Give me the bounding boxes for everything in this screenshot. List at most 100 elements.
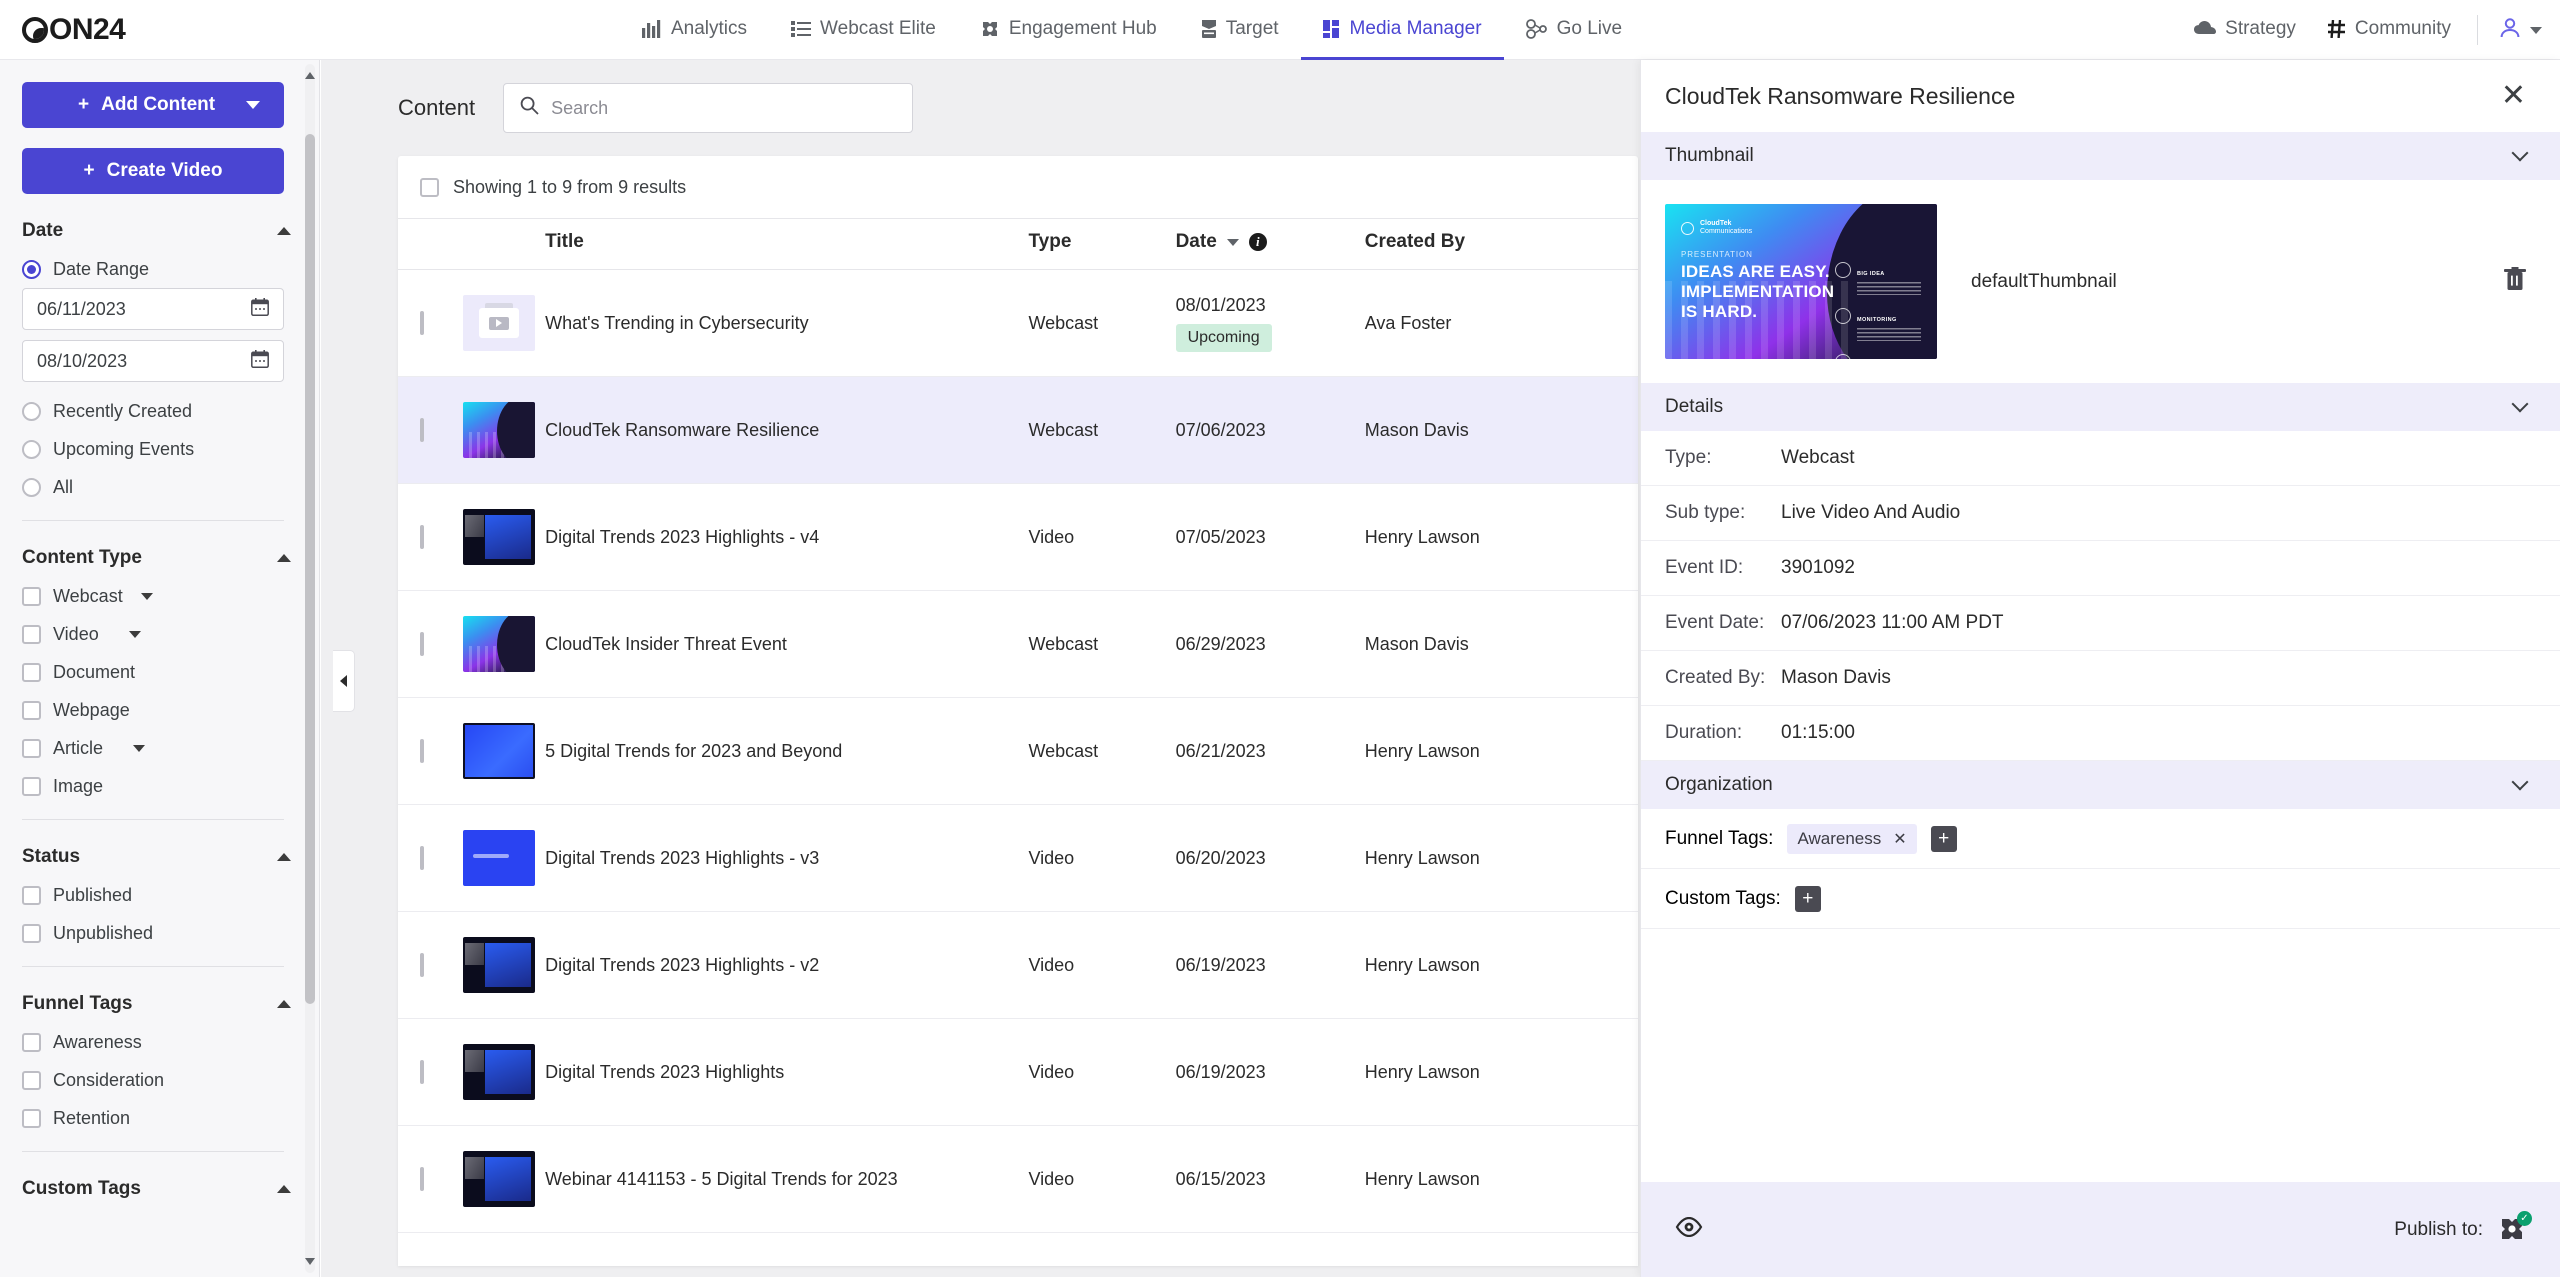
nav-item-analytics[interactable]: Analytics xyxy=(620,0,769,60)
checkbox-image[interactable]: Image xyxy=(22,767,291,805)
chevron-up-icon[interactable] xyxy=(277,227,291,235)
remove-tag-icon[interactable]: ✕ xyxy=(1893,829,1906,849)
calendar-icon[interactable] xyxy=(251,350,269,373)
radio-all[interactable]: All xyxy=(22,468,291,506)
row-thumbnail[interactable] xyxy=(463,937,535,993)
row-checkbox[interactable] xyxy=(420,311,424,335)
date-from-input[interactable]: 06/11/2023 xyxy=(22,288,284,330)
publish-target-engagement-hub-icon[interactable]: ✓ xyxy=(2499,1216,2527,1244)
sidebar-scrollbar[interactable] xyxy=(305,64,315,1273)
scroll-down-icon[interactable] xyxy=(305,1258,315,1265)
column-header-created-by[interactable]: Created By xyxy=(1365,219,1638,270)
chevron-down-icon[interactable] xyxy=(133,745,145,752)
add-content-button[interactable]: + Add Content xyxy=(22,82,284,128)
column-header-title[interactable]: Title xyxy=(545,219,1028,270)
table-row[interactable]: 5 Digital Trends for 2023 and BeyondWebc… xyxy=(398,698,1638,805)
delete-thumbnail-button[interactable] xyxy=(2504,267,2526,296)
chevron-up-icon[interactable] xyxy=(277,853,291,861)
row-thumbnail[interactable] xyxy=(463,295,535,351)
add-funnel-tag-button[interactable]: + xyxy=(1931,826,1957,852)
table-row[interactable]: Digital Trends 2023 Highlights - v3Video… xyxy=(398,805,1638,912)
section-header-details[interactable]: Details xyxy=(1641,383,2560,431)
row-checkbox[interactable] xyxy=(420,739,424,763)
chevron-down-icon[interactable] xyxy=(141,593,153,600)
chevron-up-icon[interactable] xyxy=(277,1000,291,1008)
sort-desc-icon[interactable] xyxy=(1227,239,1239,246)
row-title[interactable]: What's Trending in Cybersecurity xyxy=(545,270,1028,377)
row-thumbnail[interactable] xyxy=(463,830,535,886)
row-title[interactable]: Digital Trends 2023 Highlights - v4 xyxy=(545,484,1028,591)
row-checkbox[interactable] xyxy=(420,953,424,977)
table-row[interactable]: CloudTek Ransomware ResilienceWebcast07/… xyxy=(398,377,1638,484)
filter-section-date-header[interactable]: Date xyxy=(22,220,291,242)
row-title[interactable]: CloudTek Ransomware Resilience xyxy=(545,377,1028,484)
row-checkbox[interactable] xyxy=(420,1167,424,1191)
checkbox-webpage[interactable]: Webpage xyxy=(22,691,291,729)
row-thumbnail[interactable] xyxy=(463,1151,535,1207)
checkbox-document[interactable]: Document xyxy=(22,653,291,691)
checkbox-video[interactable]: Video xyxy=(22,615,291,653)
checkbox-consideration[interactable]: Consideration xyxy=(22,1061,291,1099)
section-header-thumbnail[interactable]: Thumbnail xyxy=(1641,132,2560,180)
nav-item-community[interactable]: Community xyxy=(2322,0,2457,60)
table-row[interactable]: Digital Trends 2023 Highlights - v2Video… xyxy=(398,912,1638,1019)
checkbox-unpublished[interactable]: Unpublished xyxy=(22,914,291,952)
filter-section-custom-tags-header[interactable]: Custom Tags xyxy=(22,1178,291,1200)
nav-item-go-live[interactable]: Go Live xyxy=(1504,0,1644,60)
filter-section-content-type-header[interactable]: Content Type xyxy=(22,547,291,569)
table-row[interactable]: Webinar 4141153 - 5 Digital Trends for 2… xyxy=(398,1126,1638,1233)
user-account-menu[interactable] xyxy=(2498,16,2542,45)
row-title[interactable]: Digital Trends 2023 Highlights - v3 xyxy=(545,805,1028,912)
row-thumbnail[interactable] xyxy=(463,723,535,779)
create-video-button[interactable]: + Create Video xyxy=(22,148,284,194)
preview-button[interactable] xyxy=(1675,1217,1703,1242)
close-icon[interactable]: ✕ xyxy=(2501,81,2526,111)
sidebar-collapse-handle[interactable] xyxy=(333,650,355,712)
checkbox-webcast[interactable]: Webcast xyxy=(22,577,291,615)
nav-item-target[interactable]: Target xyxy=(1179,0,1301,60)
on24-logo[interactable]: ON24 xyxy=(22,13,125,47)
checkbox-published[interactable]: Published xyxy=(22,876,291,914)
column-header-type[interactable]: Type xyxy=(1028,219,1175,270)
chevron-up-icon[interactable] xyxy=(277,1185,291,1193)
column-header-date[interactable]: Date i xyxy=(1176,219,1365,270)
select-all-checkbox[interactable] xyxy=(420,178,439,197)
section-header-organization[interactable]: Organization xyxy=(1641,761,2560,809)
row-checkbox[interactable] xyxy=(420,632,424,656)
row-checkbox[interactable] xyxy=(420,846,424,870)
checkbox-awareness[interactable]: Awareness xyxy=(22,1023,291,1061)
row-thumbnail[interactable] xyxy=(463,402,535,458)
row-title[interactable]: 5 Digital Trends for 2023 and Beyond xyxy=(545,698,1028,805)
nav-item-engagement-hub[interactable]: Engagement Hub xyxy=(958,0,1179,60)
date-to-input[interactable]: 08/10/2023 xyxy=(22,340,284,382)
filter-section-status-header[interactable]: Status xyxy=(22,846,291,868)
table-row[interactable]: Digital Trends 2023 HighlightsVideo06/19… xyxy=(398,1019,1638,1126)
checkbox-retention[interactable]: Retention xyxy=(22,1099,291,1137)
row-title[interactable]: Webinar 4141153 - 5 Digital Trends for 2… xyxy=(545,1126,1028,1233)
nav-item-webcast-elite[interactable]: Webcast Elite xyxy=(769,0,958,60)
thumbnail-preview[interactable]: CloudTek Communications PRESENTATION IDE… xyxy=(1665,204,1937,359)
search-input[interactable] xyxy=(551,98,881,119)
row-title[interactable]: Digital Trends 2023 Highlights xyxy=(545,1019,1028,1126)
nav-item-media-manager[interactable]: Media Manager xyxy=(1301,0,1504,60)
radio-upcoming-events[interactable]: Upcoming Events xyxy=(22,430,291,468)
calendar-icon[interactable] xyxy=(251,298,269,321)
row-thumbnail[interactable] xyxy=(463,616,535,672)
radio-date-range[interactable]: Date Range xyxy=(22,250,291,288)
table-row[interactable]: CloudTek Insider Threat EventWebcast06/2… xyxy=(398,591,1638,698)
row-checkbox[interactable] xyxy=(420,418,424,442)
add-custom-tag-button[interactable]: + xyxy=(1795,886,1821,912)
table-row[interactable]: What's Trending in CybersecurityWebcast0… xyxy=(398,270,1638,377)
row-thumbnail[interactable] xyxy=(463,1044,535,1100)
row-thumbnail[interactable] xyxy=(463,509,535,565)
row-checkbox[interactable] xyxy=(420,1060,424,1084)
radio-recently-created[interactable]: Recently Created xyxy=(22,392,291,430)
chevron-up-icon[interactable] xyxy=(277,554,291,562)
row-title[interactable]: Digital Trends 2023 Highlights - v2 xyxy=(545,912,1028,1019)
search-box[interactable] xyxy=(503,83,913,133)
row-checkbox[interactable] xyxy=(420,525,424,549)
table-row[interactable]: Digital Trends 2023 Highlights - v4Video… xyxy=(398,484,1638,591)
row-title[interactable]: CloudTek Insider Threat Event xyxy=(545,591,1028,698)
scrollbar-thumb[interactable] xyxy=(305,134,315,1004)
info-icon[interactable]: i xyxy=(1249,233,1267,251)
